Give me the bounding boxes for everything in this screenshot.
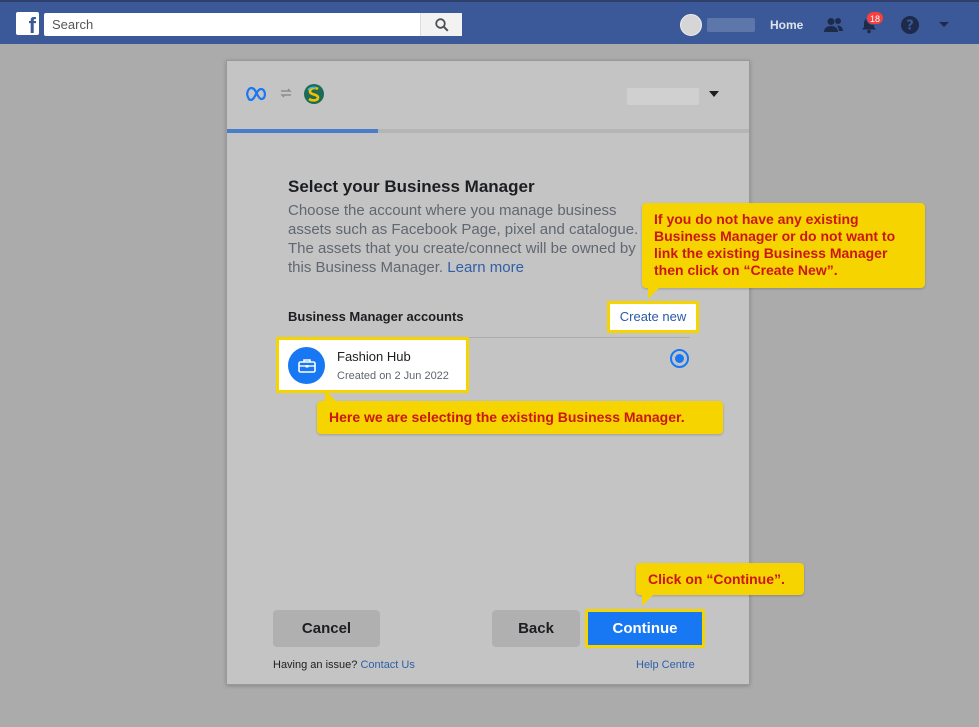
search-icon [434, 17, 449, 32]
account-radio-selected[interactable] [670, 349, 689, 368]
create-new-callout-text: If you do not have any existing Business… [654, 211, 896, 278]
help-icon[interactable]: ? [899, 14, 921, 36]
swap-icon [280, 88, 292, 98]
account-name: Fashion Hub [337, 349, 411, 364]
selecting-callout-text: Here we are selecting the existing Busin… [329, 409, 685, 425]
continue-callout-text: Click on “Continue”. [648, 571, 785, 587]
footer-issue: Having an issue? Contact Us [273, 659, 415, 671]
top-navigation-bar: f Home 18 ? [0, 0, 979, 44]
create-new-button[interactable]: Create new [607, 301, 699, 333]
create-new-callout: If you do not have any existing Business… [642, 203, 925, 299]
friends-icon[interactable] [823, 14, 845, 36]
continue-callout: Click on “Continue”. [636, 563, 804, 606]
notification-badge: 18 [866, 11, 885, 25]
continue-button[interactable]: Continue [585, 609, 705, 648]
business-account-item[interactable]: Fashion Hub Created on 2 Jun 2022 [276, 337, 469, 393]
progress-bar-fill [227, 129, 379, 133]
help-centre-link[interactable]: Help Centre [636, 659, 695, 671]
selecting-callout: Here we are selecting the existing Busin… [317, 390, 723, 434]
search-box [44, 13, 462, 36]
dialog-description: Choose the account where you manage busi… [288, 201, 643, 277]
cancel-button[interactable]: Cancel [273, 610, 380, 647]
account-selector-redacted[interactable] [627, 88, 699, 105]
caret-down-icon[interactable] [933, 14, 955, 36]
dialog-title: Select your Business Manager [288, 177, 535, 196]
profile-name-redacted[interactable] [707, 18, 755, 32]
account-created-date: Created on 2 Jun 2022 [337, 370, 449, 382]
issue-text: Having an issue? [273, 659, 358, 671]
app-logo-icon [304, 84, 324, 104]
search-input[interactable] [44, 13, 420, 36]
search-button[interactable] [420, 13, 462, 36]
svg-text:?: ? [906, 19, 914, 34]
home-link[interactable]: Home [770, 18, 803, 32]
meta-logo-icon [246, 86, 266, 101]
learn-more-link[interactable]: Learn more [447, 259, 524, 276]
section-label: Business Manager accounts [288, 309, 464, 324]
caret-down-icon[interactable] [709, 91, 719, 97]
dialog-header [227, 61, 749, 129]
progress-bar [227, 129, 749, 133]
profile-avatar[interactable] [680, 14, 702, 36]
briefcase-icon [288, 347, 325, 384]
facebook-logo-icon[interactable]: f [16, 12, 39, 35]
contact-us-link[interactable]: Contact Us [360, 659, 414, 671]
back-button[interactable]: Back [492, 610, 580, 647]
